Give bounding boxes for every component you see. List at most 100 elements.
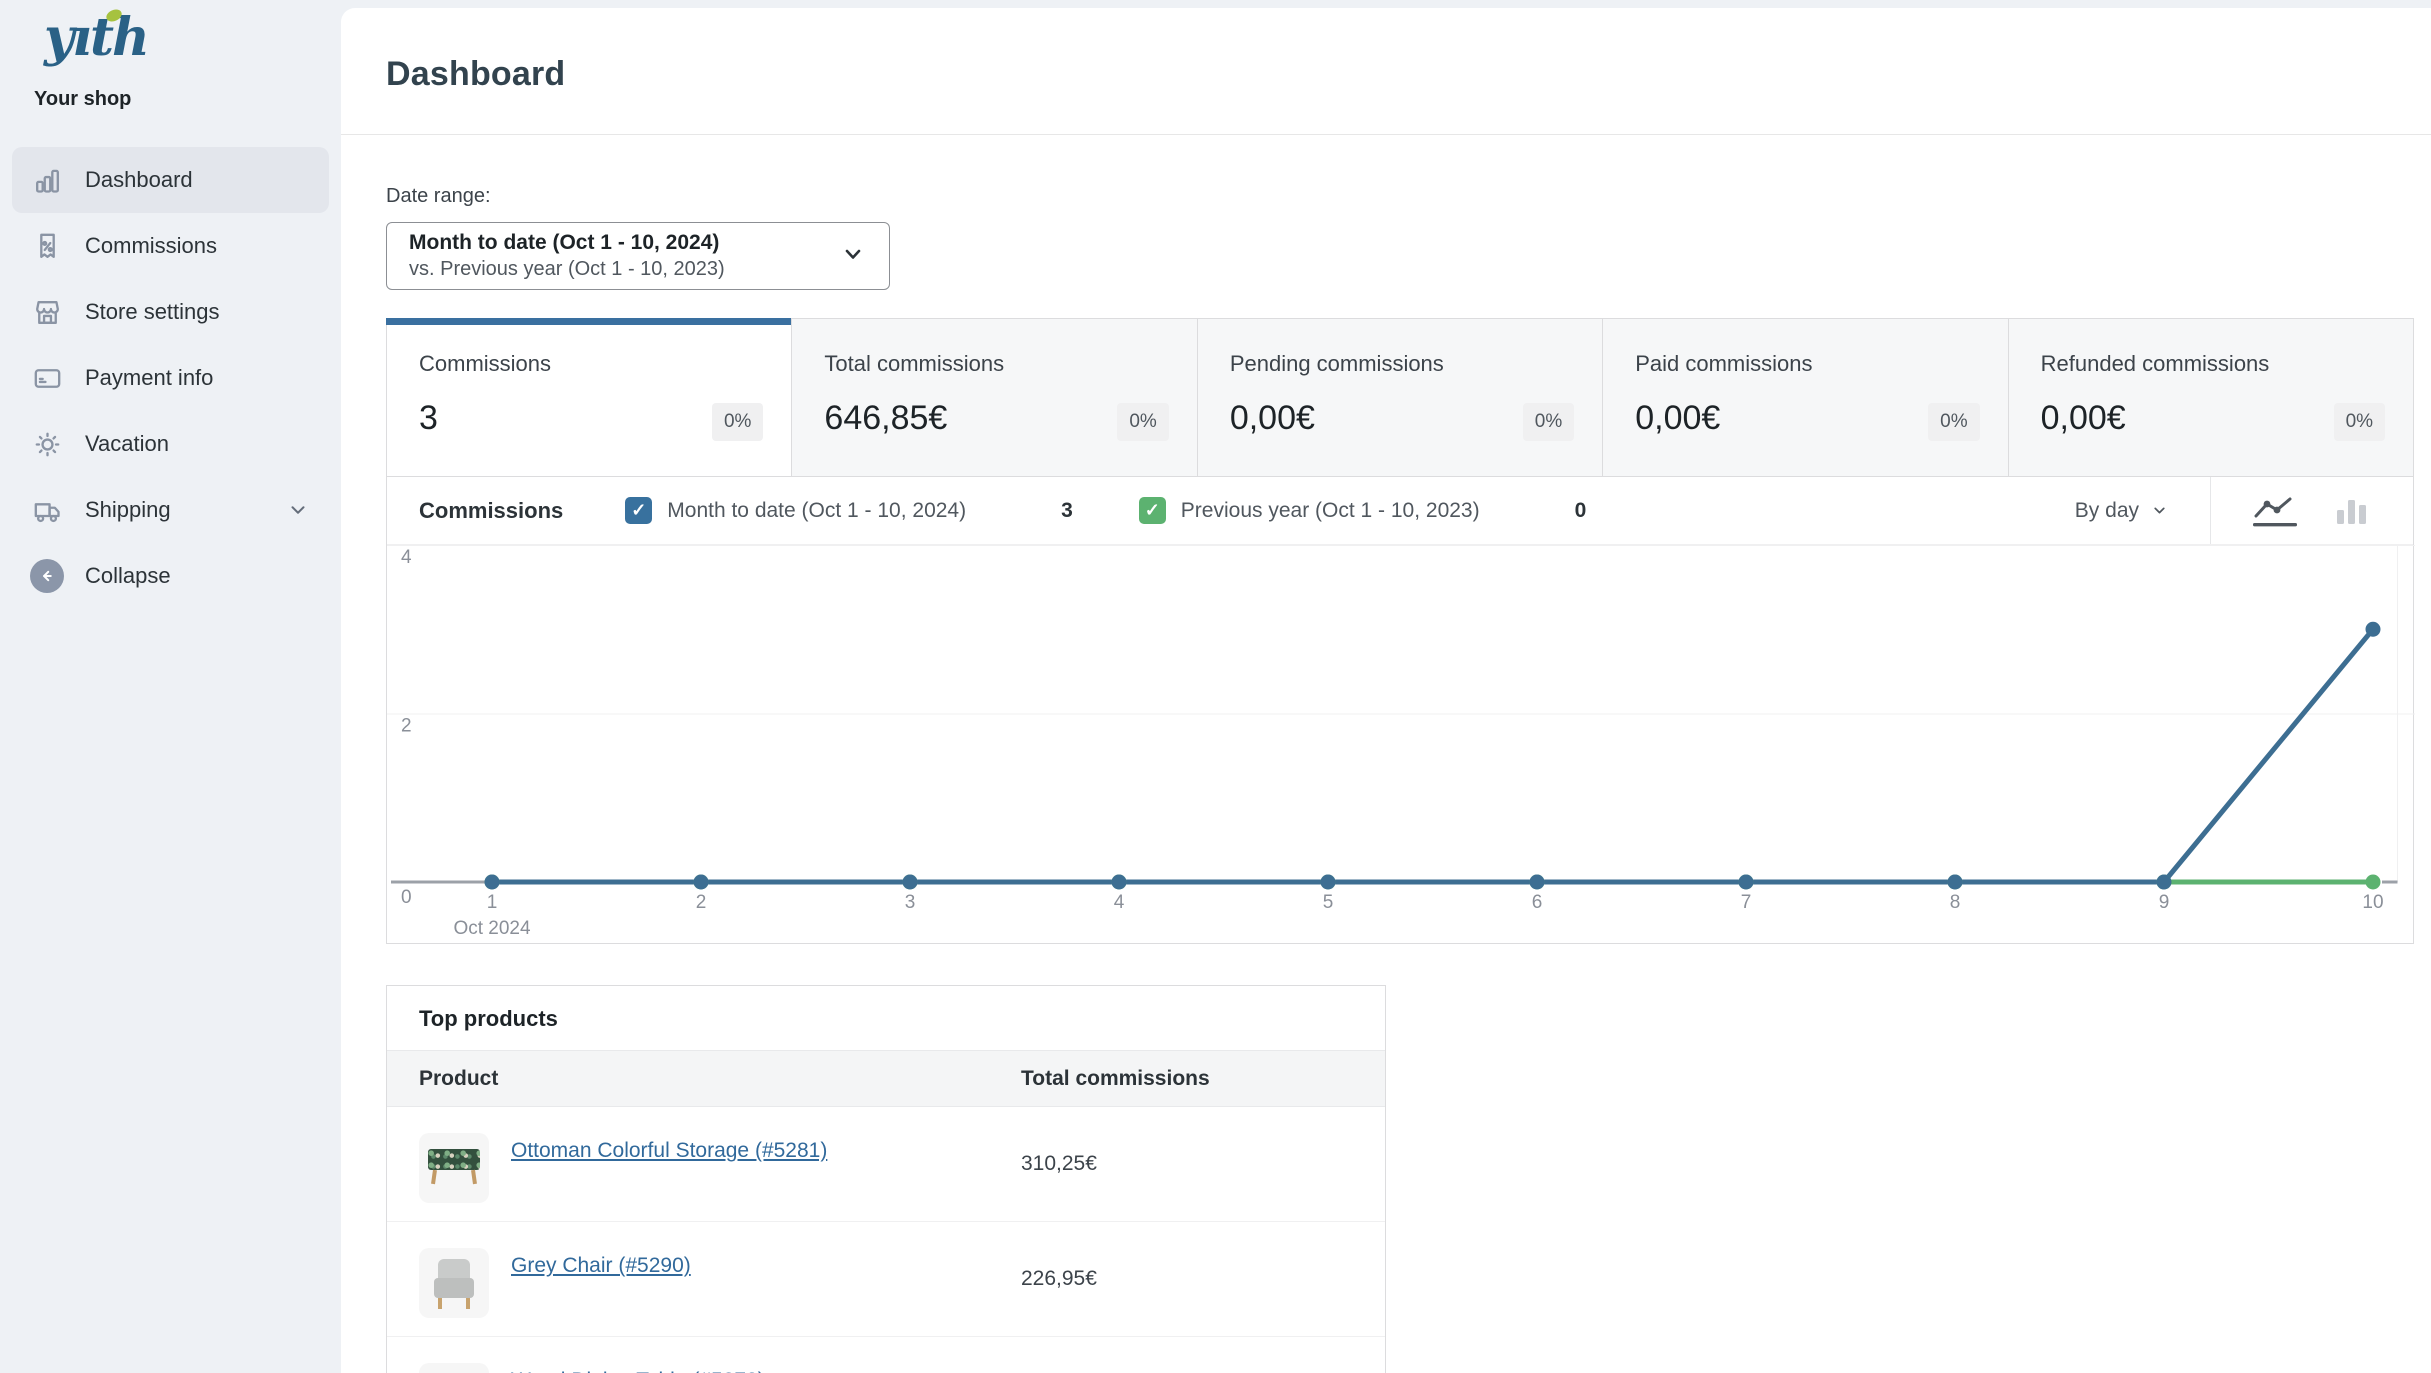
svg-text:7: 7: [1741, 892, 1752, 913]
stat-tab-refunded-commissions[interactable]: Refunded commissions 0,00€ 0%: [2008, 319, 2413, 476]
stat-delta-badge: 0%: [1117, 403, 1168, 441]
series-toggle-value: 0: [1575, 499, 1587, 523]
column-header-total-commissions: Total commissions: [1021, 1067, 1353, 1091]
collapse-arrow-icon: [30, 559, 64, 593]
date-range-primary: Month to date (Oct 1 - 10, 2024): [409, 230, 725, 256]
chart-canvas: 02412345678910Oct 2024: [387, 545, 2415, 943]
stat-label: Commissions: [419, 351, 761, 377]
product-total: 226,95€: [1021, 1267, 1353, 1291]
chart-title: Commissions: [419, 498, 563, 524]
series-toggle-value: 3: [1061, 499, 1073, 523]
checkbox-previous-period[interactable]: [1139, 497, 1166, 524]
sidebar-item-label: Payment info: [85, 365, 213, 391]
stat-tab-pending-commissions[interactable]: Pending commissions 0,00€ 0%: [1197, 319, 1602, 476]
product-thumbnail: [419, 1248, 489, 1318]
series-toggle-label: Previous year (Oct 1 - 10, 2023): [1181, 499, 1480, 523]
svg-text:5: 5: [1323, 892, 1334, 913]
sidebar: yıth Your shop Dashboard: [0, 0, 341, 1373]
svg-text:1: 1: [487, 892, 498, 913]
receipt-percent-icon: [30, 229, 64, 263]
stat-value: 0,00€: [1230, 399, 1572, 438]
table-row: Ottoman Colorful Storage (#5281) 310,25€: [387, 1107, 1385, 1222]
table-row: Wood Dining Table (#5272) 109,65€: [387, 1337, 1385, 1373]
stat-label: Refunded commissions: [2041, 351, 2383, 377]
sidebar-item-label: Vacation: [85, 431, 169, 457]
sidebar-menu: Dashboard Commissions: [0, 147, 341, 609]
chart-controls: By day: [2075, 477, 2383, 544]
chart-header: Commissions Month to date (Oct 1 - 10, 2…: [387, 477, 2413, 545]
sidebar-item-label: Shipping: [85, 497, 171, 523]
yith-logo-text: yıth: [44, 7, 148, 68]
credit-card-icon: [30, 361, 64, 395]
svg-text:0: 0: [401, 887, 412, 908]
stats-chart-card: Commissions 3 0% Total commissions 646,8…: [386, 318, 2414, 944]
svg-text:3: 3: [905, 892, 916, 913]
chevron-down-icon: [2151, 502, 2168, 519]
table-row: Grey Chair (#5290) 226,95€: [387, 1222, 1385, 1337]
stat-label: Total commissions: [824, 351, 1166, 377]
main-content: Dashboard Date range: Month to date (Oct…: [341, 8, 2431, 1373]
series-toggle-current: Month to date (Oct 1 - 10, 2024) 3: [625, 497, 1073, 524]
sidebar-item-payment-info[interactable]: Payment info: [12, 345, 329, 411]
stat-tab-paid-commissions[interactable]: Paid commissions 0,00€ 0%: [1602, 319, 2007, 476]
svg-text:2: 2: [696, 892, 707, 913]
svg-text:6: 6: [1532, 892, 1543, 913]
svg-text:10: 10: [2362, 892, 2383, 913]
top-products-header-row: Product Total commissions: [387, 1050, 1385, 1107]
stat-delta-badge: 0%: [2334, 403, 2385, 441]
stat-tab-commissions[interactable]: Commissions 3 0%: [387, 319, 791, 476]
stat-label: Paid commissions: [1635, 351, 1977, 377]
divider: [2210, 477, 2211, 544]
svg-text:4: 4: [401, 547, 412, 568]
product-thumbnail: [419, 1363, 489, 1373]
stat-value: 0,00€: [2041, 399, 2383, 438]
top-products-title: Top products: [387, 986, 1385, 1050]
svg-text:4: 4: [1114, 892, 1125, 913]
storefront-icon: [30, 295, 64, 329]
sun-icon: [30, 427, 64, 461]
page-header: Dashboard: [341, 8, 2431, 135]
sidebar-item-label: Store settings: [85, 299, 220, 325]
sidebar-item-commissions[interactable]: Commissions: [12, 213, 329, 279]
column-header-product: Product: [419, 1067, 1021, 1091]
truck-icon: [30, 493, 64, 527]
sidebar-item-collapse[interactable]: Collapse: [12, 543, 329, 609]
svg-text:2: 2: [401, 716, 412, 737]
sidebar-item-dashboard[interactable]: Dashboard: [12, 147, 329, 213]
date-range-label: Date range:: [386, 185, 2414, 208]
page-title: Dashboard: [386, 55, 2414, 94]
date-range-select[interactable]: Month to date (Oct 1 - 10, 2024) vs. Pre…: [386, 222, 890, 290]
stat-value: 646,85€: [824, 399, 1166, 438]
sidebar-item-shipping[interactable]: Shipping: [12, 477, 329, 543]
stat-delta-badge: 0%: [1523, 403, 1574, 441]
bar-chart-icon: [30, 163, 64, 197]
stats-tabs: Commissions 3 0% Total commissions 646,8…: [387, 319, 2413, 477]
app-root: yıth Your shop Dashboard: [0, 0, 2431, 1373]
line-chart-icon[interactable]: [2253, 494, 2299, 528]
product-total: 310,25€: [1021, 1152, 1353, 1176]
interval-label: By day: [2075, 499, 2139, 523]
date-range-secondary: vs. Previous year (Oct 1 - 10, 2023): [409, 257, 725, 282]
stat-tab-total-commissions[interactable]: Total commissions 646,85€ 0%: [791, 319, 1196, 476]
svg-text:8: 8: [1950, 892, 1961, 913]
sidebar-item-store-settings[interactable]: Store settings: [12, 279, 329, 345]
interval-select[interactable]: By day: [2075, 499, 2168, 523]
svg-text:Oct 2024: Oct 2024: [453, 918, 531, 939]
date-range-block: Date range: Month to date (Oct 1 - 10, 2…: [386, 185, 2414, 290]
product-link[interactable]: Grey Chair (#5290): [511, 1254, 691, 1278]
sidebar-item-label: Commissions: [85, 233, 217, 259]
yith-logo: yıth: [0, 0, 341, 78]
chevron-down-icon[interactable]: [287, 499, 309, 521]
stat-value: 3: [419, 399, 761, 438]
sidebar-item-vacation[interactable]: Vacation: [12, 411, 329, 477]
checkbox-current-period[interactable]: [625, 497, 652, 524]
bar-chart-icon[interactable]: [2333, 494, 2373, 528]
chevron-down-icon: [839, 240, 867, 273]
commissions-line-chart[interactable]: 02412345678910Oct 2024: [387, 545, 2413, 943]
stat-delta-badge: 0%: [1928, 403, 1979, 441]
series-toggle-previous: Previous year (Oct 1 - 10, 2023) 0: [1139, 497, 1587, 524]
stat-delta-badge: 0%: [712, 403, 763, 441]
shop-name: Your shop: [0, 78, 341, 111]
product-link[interactable]: Wood Dining Table (#5272): [511, 1369, 765, 1373]
product-link[interactable]: Ottoman Colorful Storage (#5281): [511, 1139, 827, 1163]
